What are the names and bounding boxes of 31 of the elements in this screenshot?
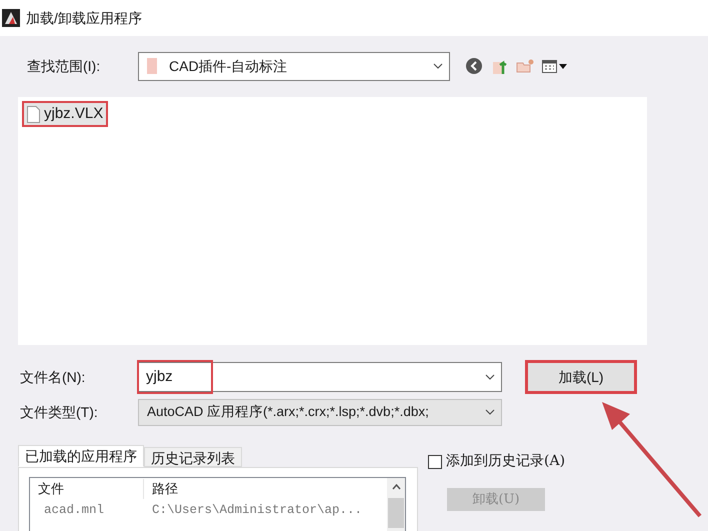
folder-icon (147, 58, 157, 74)
table-cell-text: C:\Users\Administrator\ap... (151, 502, 362, 519)
dropdown-arrow-icon[interactable] (559, 64, 567, 68)
table-cell-text: acad.mnl (43, 502, 106, 519)
tab[interactable]: 已加载的应用程序 (18, 445, 144, 467)
back-icon[interactable] (466, 58, 482, 74)
file-name-value: yjbz (137, 360, 213, 394)
file-name-label: 文件名(N): (20, 368, 86, 387)
scroll-up-icon[interactable] (392, 484, 400, 490)
file-type-dropdown[interactable]: AutoCAD 应用程序(*.arx;*.crx;*.lsp;*.dvb;*.dbx; (138, 398, 502, 426)
views-icon[interactable] (542, 60, 557, 72)
chevron-down-icon (485, 374, 495, 380)
chevron-down-icon (485, 409, 495, 415)
file-type-label: 文件类型(T): (20, 402, 99, 422)
file-icon (27, 106, 40, 122)
file-type-value: AutoCAD 应用程序(*.arx;*.crx;*.lsp;*.dvb;*.dbx; (147, 402, 430, 421)
scrollbar[interactable] (387, 478, 405, 531)
file-name-field[interactable]: yjbz (138, 362, 502, 392)
load-button[interactable]: 加载(L) (525, 360, 637, 394)
history-checkbox[interactable]: 添加到历史记录(A) (428, 451, 566, 472)
look-in-label: 查找范围(I): (27, 56, 102, 76)
file-name: yjbz.VLX (44, 104, 104, 124)
chevron-down-icon (433, 63, 443, 69)
tab[interactable]: 历史记录列表 (144, 447, 242, 467)
app-icon (2, 9, 20, 27)
look-in-value: CAD插件-自动标注 (169, 56, 288, 76)
column-header[interactable]: 路径 (144, 479, 178, 499)
window-title: 加载/卸载应用程序 (26, 8, 142, 28)
file-item[interactable]: yjbz.VLX (22, 101, 108, 127)
look-in-dropdown[interactable]: CAD插件-自动标注 (138, 52, 450, 80)
column-header[interactable]: 文件 (30, 479, 144, 499)
